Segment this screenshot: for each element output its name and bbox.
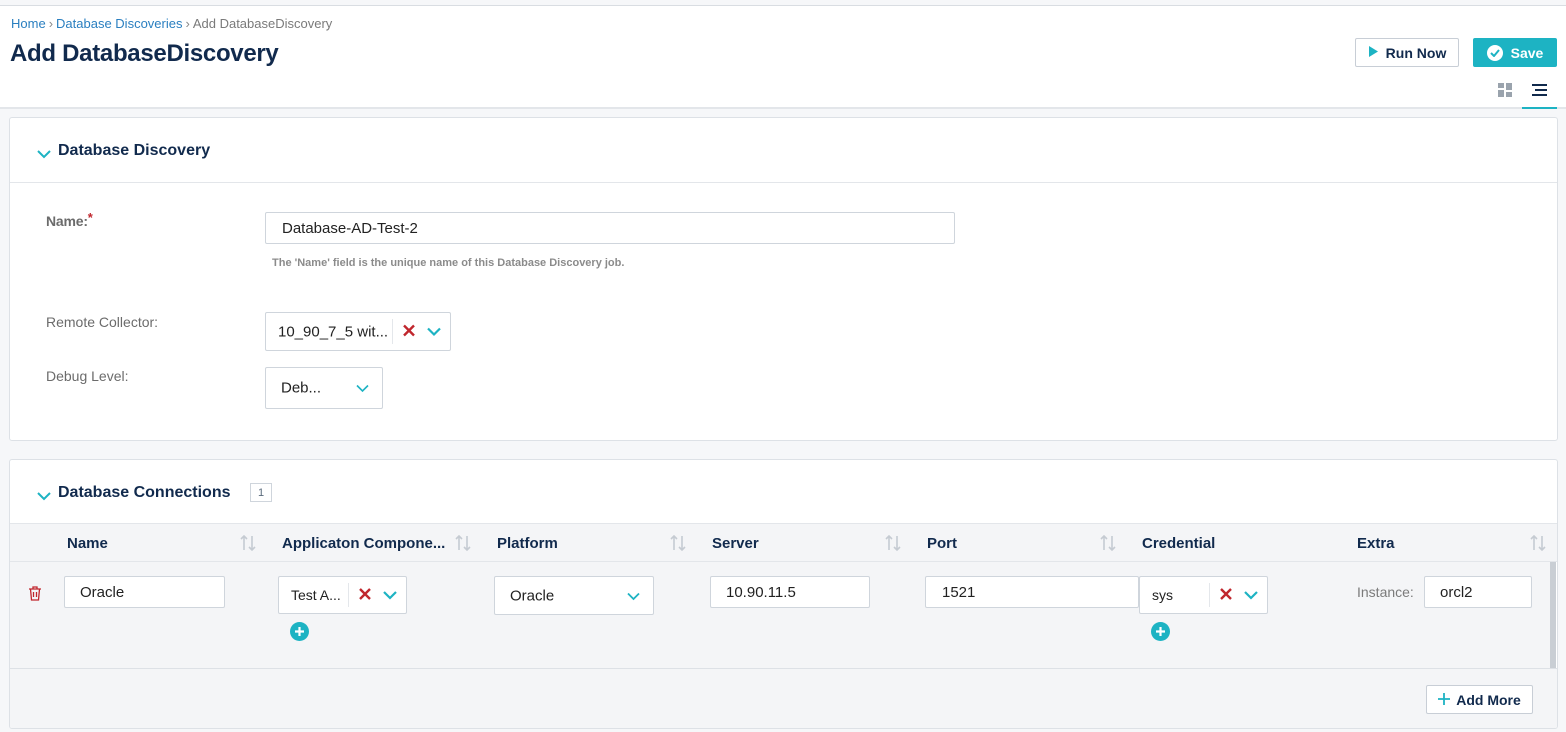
port-value: 1521 [942,583,976,601]
connections-count-badge: 1 [250,483,272,502]
debug-level-select[interactable]: Deb... [265,367,383,409]
section-title: Database Discovery [58,142,211,159]
clear-icon[interactable] [403,323,415,340]
application-component-select[interactable]: Test A... [278,576,407,614]
run-now-label: Run Now [1385,44,1447,61]
breadcrumb: Home › Database Discoveries › Add DatabaseDi… [11,16,332,31]
table-header: Name Applicaton Compone... Platform Serv… [10,523,1557,563]
port-input[interactable]: 1521 [925,576,1139,608]
breadcrumb-current: Add DatabaseDiscovery [192,16,333,31]
sort-icon[interactable] [454,534,472,557]
server-input[interactable]: 10.90.11.5 [710,576,870,608]
select-divider [348,583,349,607]
column-header-name[interactable]: Name [67,524,108,563]
table-scrollbar[interactable] [1550,562,1556,668]
column-header-credential[interactable]: Credential [1142,524,1215,563]
clear-icon[interactable] [1220,587,1232,603]
breadcrumb-home-link[interactable]: Home [11,16,46,31]
list-view-tab[interactable] [1522,76,1557,109]
sort-icon[interactable] [1529,534,1547,557]
play-icon [1368,45,1379,61]
add-application-component-icon[interactable] [290,622,309,641]
database-discovery-section: Database Discovery Name:* Database-AD-Te… [9,117,1558,441]
page-title: Add DatabaseDiscovery [10,40,279,67]
run-now-button[interactable]: Run Now [1355,38,1459,67]
breadcrumb-parent-link[interactable]: Database Discoveries [56,16,182,31]
add-more-button[interactable]: Add More [1426,685,1533,714]
section-title: Database Connections [58,484,231,501]
save-button[interactable]: Save [1473,38,1557,67]
platform-value: Oracle [510,587,555,604]
remote-collector-select[interactable]: 10_90_7_5 wit... [265,312,451,351]
sort-icon[interactable] [669,534,687,557]
add-credential-icon[interactable] [1151,622,1170,641]
name-input[interactable]: Database-AD-Test-2 [265,212,955,244]
sort-icon[interactable] [1099,534,1117,557]
table-footer: Add More [10,668,1557,728]
database-discovery-header[interactable]: Database Discovery [10,118,1557,183]
column-header-port[interactable]: Port [927,524,957,563]
chevron-down-icon[interactable] [1244,587,1258,603]
credential-value: sys [1152,587,1173,603]
select-divider [392,319,393,344]
remote-collector-value: 10_90_7_5 wit... [278,323,389,340]
column-header-application-component[interactable]: Applicaton Compone... [282,524,445,563]
page-header: Home › Database Discoveries › Add DatabaseDi… [0,6,1566,109]
check-circle-icon [1486,44,1503,61]
column-header-extra[interactable]: Extra [1357,524,1395,563]
connection-name-input[interactable]: Oracle [64,576,225,608]
grid-view-icon[interactable] [1498,83,1512,97]
save-label: Save [1510,44,1544,61]
platform-select[interactable]: Oracle [494,576,654,615]
database-connections-section: Database Connections 1 Name Applicaton C… [9,459,1558,729]
column-header-server[interactable]: Server [712,524,759,563]
sort-icon[interactable] [884,534,902,557]
name-label-text: Name: [46,213,88,229]
required-mark: * [87,210,93,225]
select-divider [1209,583,1210,607]
list-view-icon [1532,83,1547,101]
chevron-down-icon[interactable] [37,146,51,164]
connection-name-value: Oracle [80,583,125,601]
instance-value: orcl2 [1440,583,1473,601]
database-connections-header[interactable]: Database Connections 1 [10,460,1557,524]
table-row: Oracle Test A... Oracle 10.90.11.5 1521 [10,562,1550,668]
name-input-value: Database-AD-Test-2 [282,219,418,237]
debug-level-value: Deb... [281,379,322,397]
trash-icon[interactable] [28,586,42,606]
chevron-down-icon[interactable] [383,587,397,603]
instance-input[interactable]: orcl2 [1424,576,1532,608]
debug-level-label: Debug Level: [46,368,129,384]
chevron-down-icon[interactable] [37,488,51,506]
chevron-down-icon[interactable] [627,587,640,604]
plus-icon [1438,692,1451,708]
breadcrumb-separator: › [48,16,54,31]
breadcrumb-separator: › [185,16,190,31]
name-label: Name:* [46,210,93,229]
server-value: 10.90.11.5 [726,583,796,601]
clear-icon[interactable] [359,587,371,603]
application-component-value: Test A... [291,587,341,603]
chevron-down-icon[interactable] [356,380,369,397]
instance-label: Instance: [1357,584,1414,600]
add-more-label: Add More [1456,691,1521,708]
name-hint: The 'Name' field is the unique name of t… [272,257,625,269]
sort-icon[interactable] [239,534,257,557]
chevron-down-icon[interactable] [427,323,441,340]
column-header-platform[interactable]: Platform [497,524,558,563]
remote-collector-label: Remote Collector: [46,314,159,330]
credential-select[interactable]: sys [1139,576,1268,614]
